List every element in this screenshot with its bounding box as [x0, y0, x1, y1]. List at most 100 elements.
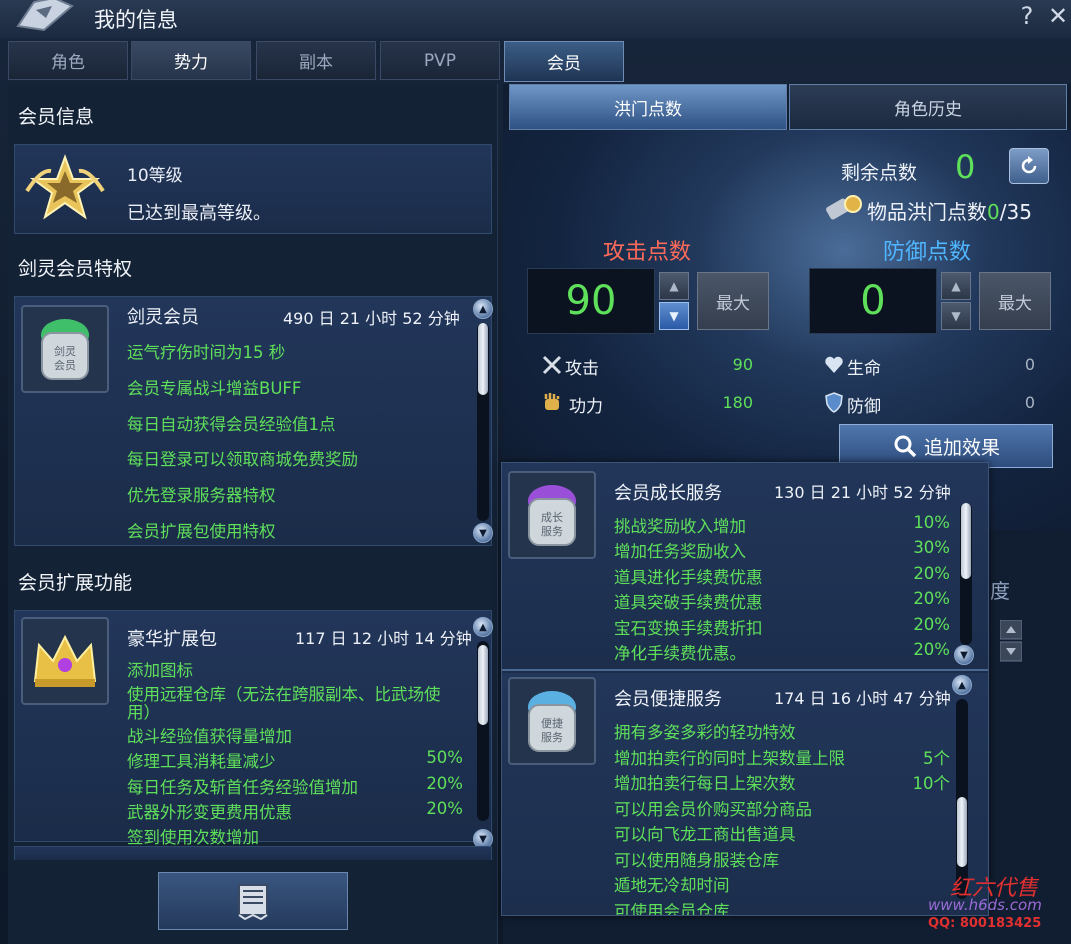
svg-text:成长: 成长 — [541, 511, 563, 524]
item-points: 物品洪门点数0/35 — [867, 196, 1032, 225]
convenience-line: 可以使用随身服装仓库 — [614, 851, 779, 870]
attack-points-value: 90 — [527, 268, 655, 334]
tab-character-history[interactable]: 角色历史 — [789, 84, 1067, 130]
extension-line: 战斗经验值获得量增加 — [127, 727, 292, 746]
stat-hp-label: 生命 — [847, 359, 881, 379]
scrollbar[interactable] — [956, 699, 968, 899]
defense-points-value: 0 — [809, 268, 937, 334]
close-button[interactable]: ✕ — [1047, 2, 1069, 30]
scrollbar[interactable] — [477, 641, 489, 821]
scroll-up-button[interactable]: ▲ — [473, 617, 493, 637]
member-info-heading: 会员信息 — [18, 106, 95, 128]
tab-faction[interactable]: 势力 — [131, 41, 251, 80]
extension-line: 签到使用次数增加 — [127, 828, 259, 847]
swords-icon — [542, 355, 562, 375]
defense-points-title: 防御点数 — [883, 240, 972, 265]
extension-line: 每日任务及斩首任务经验值增加 — [127, 778, 358, 797]
member-grade-status: 已达到最高等级。 — [127, 203, 271, 224]
growth-line: 挑战奖励收入增加 — [614, 517, 746, 536]
scrollbar[interactable] — [477, 323, 489, 521]
extension-pct: 50% — [426, 748, 463, 767]
item-points-current: 0 — [987, 200, 1000, 224]
convenience-time: 174 日 16 小时 47 分钟 — [774, 689, 951, 708]
attack-increase-button[interactable]: ▲ — [659, 272, 689, 300]
privilege-line: 运气疗伤时间为15 秒 — [127, 343, 286, 362]
item-points-max: /35 — [999, 200, 1032, 224]
convenience-line: 可以用会员价购买部分商品 — [614, 800, 812, 819]
scrollbar-thumb[interactable] — [478, 645, 488, 725]
svg-text:服务: 服务 — [541, 731, 563, 744]
growth-line: 增加任务奖励收入 — [614, 542, 746, 561]
privilege-line: 每日登录可以领取商城免费奖励 — [127, 450, 358, 469]
stat-power-label: 功力 — [569, 397, 603, 417]
member-grade-card: 10等级 已达到最高等级。 — [14, 144, 492, 234]
stat-attack-value: 90 — [732, 355, 753, 374]
convenience-icon-frame: 便捷 服务 — [508, 677, 596, 765]
defense-increase-button[interactable]: ▲ — [941, 272, 971, 300]
magnifier-icon — [894, 435, 917, 458]
attack-max-button[interactable]: 最大 — [697, 272, 769, 330]
extension-time: 117 日 12 小时 14 分钟 — [295, 629, 472, 648]
growth-value: 20% — [913, 564, 950, 583]
growth-title: 会员成长服务 — [614, 483, 722, 504]
fist-icon — [544, 393, 560, 410]
convenience-line: 增加拍卖行的同时上架数量上限 — [614, 749, 845, 768]
defense-decrease-button[interactable]: ▼ — [941, 302, 971, 330]
attack-decrease-button[interactable]: ▼ — [659, 302, 689, 330]
convenience-line: 可使用会员仓库 — [614, 902, 730, 916]
tab-pvp[interactable]: PVP — [380, 41, 500, 80]
side-stepper-icon[interactable] — [1000, 620, 1022, 662]
defense-max-button[interactable]: 最大 — [979, 272, 1051, 330]
stat-power-value: 180 — [722, 393, 753, 412]
item-points-label: 物品洪门点数 — [867, 200, 987, 224]
convenience-value: 10个 — [912, 774, 951, 793]
game-logo-icon — [16, 0, 74, 32]
tab-hongmen-points[interactable]: 洪门点数 — [509, 84, 787, 130]
growth-value: 20% — [913, 640, 950, 659]
growth-line: 宝石变换手续费折扣 — [614, 619, 763, 638]
reset-button[interactable] — [1009, 148, 1049, 184]
svg-text:便捷: 便捷 — [541, 716, 563, 730]
scrollbar-thumb[interactable] — [957, 797, 967, 867]
scrollbar-thumb[interactable] — [478, 323, 488, 395]
watermark-qq: QQ: 800183425 — [928, 916, 1042, 931]
extension-line: 用） — [127, 703, 160, 722]
scroll-down-button[interactable]: ▼ — [473, 523, 493, 543]
member-services-popup: 成长 服务 会员成长服务 130 日 21 小时 52 分钟 挑战奖励收入增加 … — [501, 462, 989, 916]
help-button[interactable]: ? — [1016, 2, 1038, 30]
extension-pct: 20% — [426, 774, 463, 793]
growth-value: 20% — [913, 615, 950, 634]
privilege-line: 优先登录服务器特权 — [127, 486, 276, 505]
growth-value: 20% — [913, 589, 950, 608]
window-title: 我的信息 — [94, 8, 178, 32]
stat-defense-label: 防御 — [847, 397, 881, 417]
privilege-line: 会员专属战斗增益BUFF — [127, 379, 302, 398]
scrollbar-thumb[interactable] — [961, 503, 971, 579]
privileges-heading: 剑灵会员特权 — [18, 258, 133, 280]
convenience-line: 拥有多姿多彩的轻功特效 — [614, 723, 796, 742]
stat-hp-value: 0 — [1024, 355, 1035, 374]
growth-line: 道具进化手续费优惠 — [614, 568, 763, 587]
tab-member[interactable]: 会员 — [504, 41, 624, 82]
scroll-up-button[interactable]: ▲ — [952, 675, 972, 695]
member-grade: 10等级 — [127, 166, 183, 186]
stat-defense-value: 0 — [1024, 393, 1035, 412]
scroll-down-button[interactable]: ▼ — [954, 645, 974, 665]
growth-line: 道具突破手续费优惠 — [614, 593, 763, 612]
attack-points-title: 攻击点数 — [603, 240, 692, 265]
stat-attack-label: 攻击 — [565, 359, 599, 379]
member-scroll-button[interactable] — [158, 872, 348, 930]
convenience-line: 遁地无冷却时间 — [614, 876, 730, 895]
extension-pct: 20% — [426, 799, 463, 818]
refresh-icon — [1021, 156, 1037, 174]
convenience-value: 5个 — [923, 749, 950, 768]
svg-text:剑灵: 剑灵 — [54, 344, 76, 358]
tab-dungeon[interactable]: 副本 — [256, 41, 376, 80]
extension-line: 武器外形变更费用优惠 — [127, 803, 292, 822]
tab-character[interactable]: 角色 — [8, 41, 128, 80]
scrollbar[interactable] — [960, 503, 972, 645]
side-text: 度 — [990, 579, 1010, 603]
blue-token-icon: 便捷 服务 — [528, 691, 576, 752]
extension-line: 添加图标 — [127, 661, 193, 680]
scroll-up-button[interactable]: ▲ — [473, 299, 493, 319]
